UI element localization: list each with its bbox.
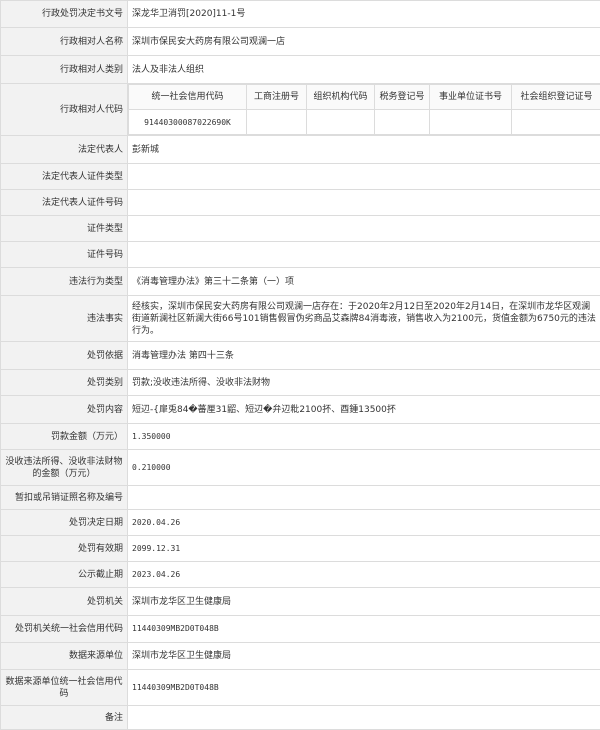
row-decision-date: 处罚决定日期 2020.04.26 [1, 510, 600, 536]
row-party-name: 行政相对人名称 深圳市保民安大药房有限公司观澜一店 [1, 28, 600, 56]
publish-deadline-value: 2023.04.26 [128, 562, 600, 588]
row-source-code: 数据来源单位统一社会信用代码 11440309MB2D0T048B [1, 670, 600, 706]
penalty-category-label: 处罚类别 [1, 370, 128, 396]
suspend-license-label: 暂扣或吊销证照名称及编号 [1, 486, 128, 510]
remarks-value [128, 706, 600, 730]
violation-type-value: 《消毒管理办法》第三十二条第（一）项 [128, 268, 600, 296]
legal-rep-label: 法定代表人 [1, 136, 128, 164]
remarks-label: 备注 [1, 706, 128, 730]
authority-code-label: 处罚机关统一社会信用代码 [1, 616, 128, 643]
legal-rep-value: 彭新城 [128, 136, 600, 164]
row-id-type: 证件类型 [1, 216, 600, 242]
penalty-content-value: 短辺-{肁兎84�蕃厘31鼦、短辺�弁辺粃2100抔、酉鍾13500抔 [128, 396, 600, 424]
source-unit-value: 深圳市龙华区卫生健康局 [128, 643, 600, 670]
code-header-credit: 统一社会信用代码 [129, 85, 247, 110]
row-legal-rep-id-type: 法定代表人证件类型 [1, 164, 600, 190]
violation-facts-label: 违法事实 [1, 296, 128, 342]
row-legal-rep: 法定代表人 彭新城 [1, 136, 600, 164]
code-value-social-org-cert [512, 110, 600, 135]
penalty-content-label: 处罚内容 [1, 396, 128, 424]
penalty-basis-label: 处罚依据 [1, 342, 128, 370]
decision-no-value: 深龙华卫消罚[2020]11-1号 [128, 1, 600, 28]
id-no-value [128, 242, 600, 268]
party-type-value: 法人及非法人组织 [128, 56, 600, 84]
row-party-code: 行政相对人代码 统一社会信用代码 工商注册号 组织机构代码 税务登记号 事业单位… [1, 84, 600, 136]
code-header-tax-reg: 税务登记号 [375, 85, 430, 110]
code-value-row: 91440300087022690K [129, 110, 600, 135]
row-penalty-basis: 处罚依据 消毒管理办法 第四十三条 [1, 342, 600, 370]
party-code-label: 行政相对人代码 [1, 84, 128, 136]
decision-date-label: 处罚决定日期 [1, 510, 128, 536]
code-value-tax-reg [375, 110, 430, 135]
penalty-info-table: 行政处罚决定书文号 深龙华卫消罚[2020]11-1号 行政相对人名称 深圳市保… [0, 0, 600, 730]
row-legal-rep-id-no: 法定代表人证件号码 [1, 190, 600, 216]
suspend-license-value [128, 486, 600, 510]
legal-rep-id-no-label: 法定代表人证件号码 [1, 190, 128, 216]
violation-type-label: 违法行为类型 [1, 268, 128, 296]
code-header-business-reg: 工商注册号 [247, 85, 307, 110]
legal-rep-id-type-value [128, 164, 600, 190]
party-code-subtable: 统一社会信用代码 工商注册号 组织机构代码 税务登记号 事业单位证书号 社会组织… [128, 84, 600, 135]
row-authority-code: 处罚机关统一社会信用代码 11440309MB2D0T048B [1, 616, 600, 643]
valid-until-label: 处罚有效期 [1, 536, 128, 562]
row-authority: 处罚机关 深圳市龙华区卫生健康局 [1, 588, 600, 616]
source-unit-label: 数据来源单位 [1, 643, 128, 670]
row-penalty-category: 处罚类别 罚款;没收违法所得、没收非法财物 [1, 370, 600, 396]
code-header-institution-cert: 事业单位证书号 [430, 85, 512, 110]
row-violation-type: 违法行为类型 《消毒管理办法》第三十二条第（一）项 [1, 268, 600, 296]
party-name-value: 深圳市保民安大药房有限公司观澜一店 [128, 28, 600, 56]
id-no-label: 证件号码 [1, 242, 128, 268]
row-party-type: 行政相对人类别 法人及非法人组织 [1, 56, 600, 84]
decision-date-value: 2020.04.26 [128, 510, 600, 536]
id-type-value [128, 216, 600, 242]
penalty-basis-value: 消毒管理办法 第四十三条 [128, 342, 600, 370]
code-header-social-org-cert: 社会组织登记证号 [512, 85, 600, 110]
party-code-subtable-cell: 统一社会信用代码 工商注册号 组织机构代码 税务登记号 事业单位证书号 社会组织… [128, 84, 600, 136]
code-value-institution-cert [430, 110, 512, 135]
row-id-no: 证件号码 [1, 242, 600, 268]
party-type-label: 行政相对人类别 [1, 56, 128, 84]
row-remarks: 备注 [1, 706, 600, 730]
fine-amount-value: 1.350000 [128, 424, 600, 450]
authority-code-value: 11440309MB2D0T048B [128, 616, 600, 643]
code-value-org-code [307, 110, 375, 135]
decision-no-label: 行政处罚决定书文号 [1, 1, 128, 28]
penalty-category-value: 罚款;没收违法所得、没收非法财物 [128, 370, 600, 396]
legal-rep-id-no-value [128, 190, 600, 216]
valid-until-value: 2099.12.31 [128, 536, 600, 562]
violation-facts-value: 经核实，深圳市保民安大药房有限公司观澜一店存在：于2020年2月12日至2020… [128, 296, 600, 342]
code-value-credit: 91440300087022690K [129, 110, 247, 135]
authority-label: 处罚机关 [1, 588, 128, 616]
confiscation-amount-value: 0.210000 [128, 450, 600, 486]
row-publish-deadline: 公示截止期 2023.04.26 [1, 562, 600, 588]
publish-deadline-label: 公示截止期 [1, 562, 128, 588]
party-name-label: 行政相对人名称 [1, 28, 128, 56]
row-violation-facts: 违法事实 经核实，深圳市保民安大药房有限公司观澜一店存在：于2020年2月12日… [1, 296, 600, 342]
id-type-label: 证件类型 [1, 216, 128, 242]
source-code-label: 数据来源单位统一社会信用代码 [1, 670, 128, 706]
code-header-row: 统一社会信用代码 工商注册号 组织机构代码 税务登记号 事业单位证书号 社会组织… [129, 85, 600, 110]
confiscation-amount-label: 没收违法所得、没收非法财物的金额（万元） [1, 450, 128, 486]
code-value-business-reg [247, 110, 307, 135]
row-suspend-license: 暂扣或吊销证照名称及编号 [1, 486, 600, 510]
authority-value: 深圳市龙华区卫生健康局 [128, 588, 600, 616]
row-source-unit: 数据来源单位 深圳市龙华区卫生健康局 [1, 643, 600, 670]
fine-amount-label: 罚款金额（万元） [1, 424, 128, 450]
row-valid-until: 处罚有效期 2099.12.31 [1, 536, 600, 562]
row-penalty-content: 处罚内容 短辺-{肁兎84�蕃厘31鼦、短辺�弁辺粃2100抔、酉鍾13500抔 [1, 396, 600, 424]
row-fine-amount: 罚款金额（万元） 1.350000 [1, 424, 600, 450]
legal-rep-id-type-label: 法定代表人证件类型 [1, 164, 128, 190]
row-confiscation-amount: 没收违法所得、没收非法财物的金额（万元） 0.210000 [1, 450, 600, 486]
row-decision-no: 行政处罚决定书文号 深龙华卫消罚[2020]11-1号 [1, 1, 600, 28]
code-header-org-code: 组织机构代码 [307, 85, 375, 110]
source-code-value: 11440309MB2D0T048B [128, 670, 600, 706]
